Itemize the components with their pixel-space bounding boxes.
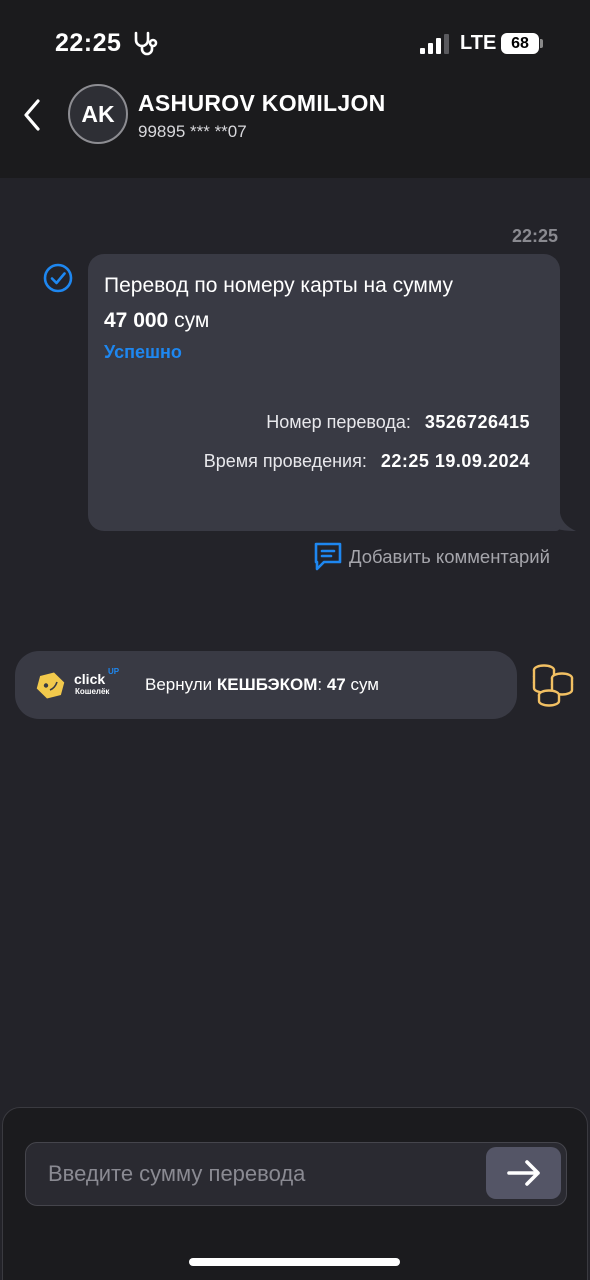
avatar[interactable]: AK [68, 84, 128, 144]
contact-name: ASHUROV KOMILJON [138, 90, 386, 116]
transfer-time-value: 22:25 19.09.2024 [380, 451, 530, 471]
cashback-banner[interactable]: click UP Кошелёк Вернули КЕШБЭКОМ: 47 су… [15, 651, 517, 719]
cashback-text: Вернули КЕШБЭКОМ: 47 сум [145, 675, 379, 695]
cashback-currency: сум [345, 675, 379, 694]
home-indicator [189, 1258, 400, 1266]
status-time: 22:25 [55, 29, 122, 57]
contact-phone: 99895 *** **07 [138, 122, 247, 141]
coins-icon [532, 664, 574, 707]
bottom-input-panel [2, 1107, 588, 1280]
signal-bars-icon [420, 34, 449, 54]
bubble-tail [552, 513, 576, 531]
click-wallet-icon [36, 672, 65, 699]
stethoscope-icon [134, 31, 158, 56]
transfer-number-value: 3526726415 [424, 412, 530, 432]
transfer-title: Перевод по номеру карты на сумму [104, 274, 453, 297]
transfer-number-row: Номер перевода: 3526726415 [266, 412, 530, 433]
check-circle-icon [43, 263, 73, 293]
status-badge: Успешно [104, 342, 182, 362]
cashback-amount: 47 [326, 675, 346, 694]
battery-tip [540, 39, 543, 48]
cashback-bold: КЕШБЭКОМ [216, 675, 318, 694]
cashback-colon: : [317, 675, 327, 694]
click-brand: click [74, 671, 106, 687]
message-time: 22:25 [511, 226, 558, 246]
network-label: LTE [460, 32, 497, 54]
transfer-time-row: Время проведения: 22:25 19.09.2024 [204, 451, 530, 472]
status-bar: 22:25 LTE 68 [0, 0, 590, 90]
transfer-number-label: Номер перевода: [266, 412, 411, 432]
add-comment-label: Добавить комментарий [349, 546, 550, 567]
transfer-time-label: Время проведения: [203, 451, 367, 471]
click-brand-sub: Кошелёк [75, 687, 110, 696]
chat-header: AK ASHUROV KOMILJON 99895 *** **07 [0, 84, 590, 178]
chevron-left-icon[interactable] [20, 95, 44, 135]
transfer-amount: 47 000 сум [104, 309, 209, 333]
amount-currency: сум [174, 309, 210, 332]
battery-indicator: 68 [501, 33, 539, 54]
send-button[interactable] [486, 1147, 561, 1199]
cashback-prefix: Вернули [145, 675, 217, 694]
comment-icon [314, 542, 342, 571]
amount-value: 47 000 [104, 309, 169, 332]
arrow-right-icon [507, 1160, 540, 1186]
click-brand-superscript: UP [108, 667, 120, 676]
transfer-message-bubble[interactable]: Перевод по номеру карты на сумму 47 000 … [88, 254, 560, 531]
